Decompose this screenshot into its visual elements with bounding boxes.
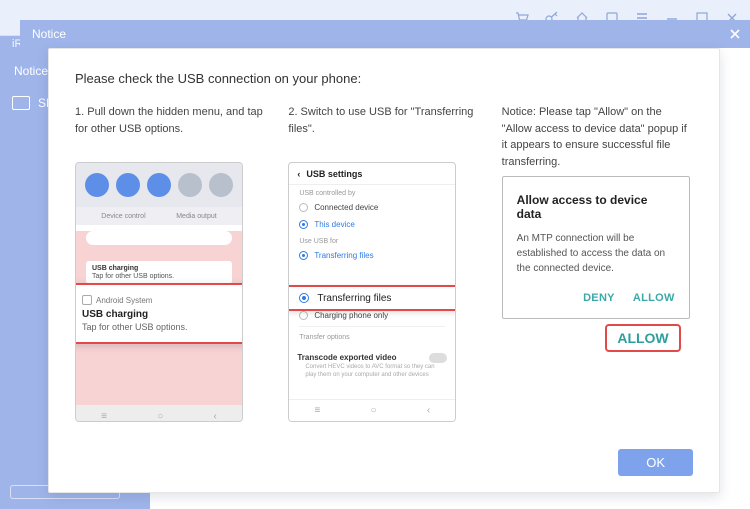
usb-settings-title: USB settings <box>306 169 362 179</box>
transcode-toggle <box>429 353 447 363</box>
opt-transferring-files: Transferring files <box>289 247 455 264</box>
step-1: 1. Pull down the hidden menu, and tap fo… <box>75 104 266 449</box>
step-2: 2. Switch to use USB for "Transferring f… <box>288 104 479 449</box>
step-3-text: Notice: Please tap "Allow" on the "Allow… <box>502 104 693 170</box>
quick-apps-row: Device control Media output <box>76 207 242 225</box>
rotate-icon <box>178 173 202 197</box>
allow-big-label: ALLOW <box>617 330 668 346</box>
allow-button-mock: ALLOW <box>633 292 675 304</box>
quick-settings-row <box>76 163 242 207</box>
notice-title: Notice <box>32 27 66 41</box>
allow-highlight: ALLOW <box>605 324 680 352</box>
transcode-title: Transcode exported video <box>297 353 447 362</box>
allow-access-card: Allow access to device data An MTP conne… <box>502 176 690 319</box>
usb-instruction-dialog: Please check the USB connection on your … <box>48 48 720 493</box>
chip-sub: Tap for other USB options. <box>92 273 226 280</box>
usb-charging-highlight: Android System USB charging Tap for othe… <box>75 283 243 344</box>
sound-icon <box>116 173 140 197</box>
sms-icon <box>12 96 30 110</box>
usb-charging-title: USB charging <box>82 309 236 320</box>
step-1-phone-mock: Device control Media output USB charging… <box>75 162 243 422</box>
airplane-icon <box>209 173 233 197</box>
section-use-usb-for: Use USB for <box>289 233 455 247</box>
section-transfer-options: Transfer options <box>289 329 455 343</box>
android-system-label: Android System <box>82 295 236 305</box>
deny-button-mock: DENY <box>583 292 615 304</box>
radio-selected-icon <box>299 293 309 303</box>
notice-titlebar: Notice <box>20 20 750 48</box>
ok-button[interactable]: OK <box>618 449 693 476</box>
step-2-phone-mock: ‹ USB settings USB controlled by Connect… <box>288 162 456 422</box>
step-1-text: 1. Pull down the hidden menu, and tap fo… <box>75 104 266 156</box>
transcode-row: Transcode exported video Convert HEVC vi… <box>289 347 455 386</box>
notice-close-button[interactable] <box>728 27 742 41</box>
transferring-files-label: Transferring files <box>317 293 391 304</box>
chip-title: USB charging <box>92 265 226 272</box>
step-3: Notice: Please tap "Allow" on the "Allow… <box>502 104 693 449</box>
opt-this-device: This device <box>289 216 455 233</box>
device-control-label: Device control <box>101 213 145 220</box>
media-output-label: Media output <box>176 213 216 220</box>
back-arrow-icon: ‹ <box>297 169 300 179</box>
transferring-files-highlight: Transferring files <box>288 285 456 311</box>
search-placeholder <box>86 231 232 245</box>
allow-access-body: An MTP connection will be established to… <box>517 231 675 276</box>
usb-settings-header: ‹ USB settings <box>289 163 455 185</box>
step-2-text: 2. Switch to use USB for "Transferring f… <box>288 104 479 156</box>
dialog-heading: Please check the USB connection on your … <box>75 71 693 86</box>
allow-access-title: Allow access to device data <box>517 193 675 221</box>
phone-nav-bar: ≡○‹ <box>289 399 455 421</box>
section-controlled-by: USB controlled by <box>289 185 455 199</box>
transcode-desc: Convert HEVC videos to AVC format so the… <box>297 364 447 380</box>
usb-charging-sub: Tap for other USB options. <box>82 322 236 332</box>
phone-nav-bar: ≡○‹ <box>76 405 242 422</box>
opt-connected-device: Connected device <box>289 199 455 216</box>
usb-charging-chip: USB charging Tap for other USB options. <box>86 261 232 284</box>
wifi-icon <box>85 173 109 197</box>
bluetooth-icon <box>147 173 171 197</box>
